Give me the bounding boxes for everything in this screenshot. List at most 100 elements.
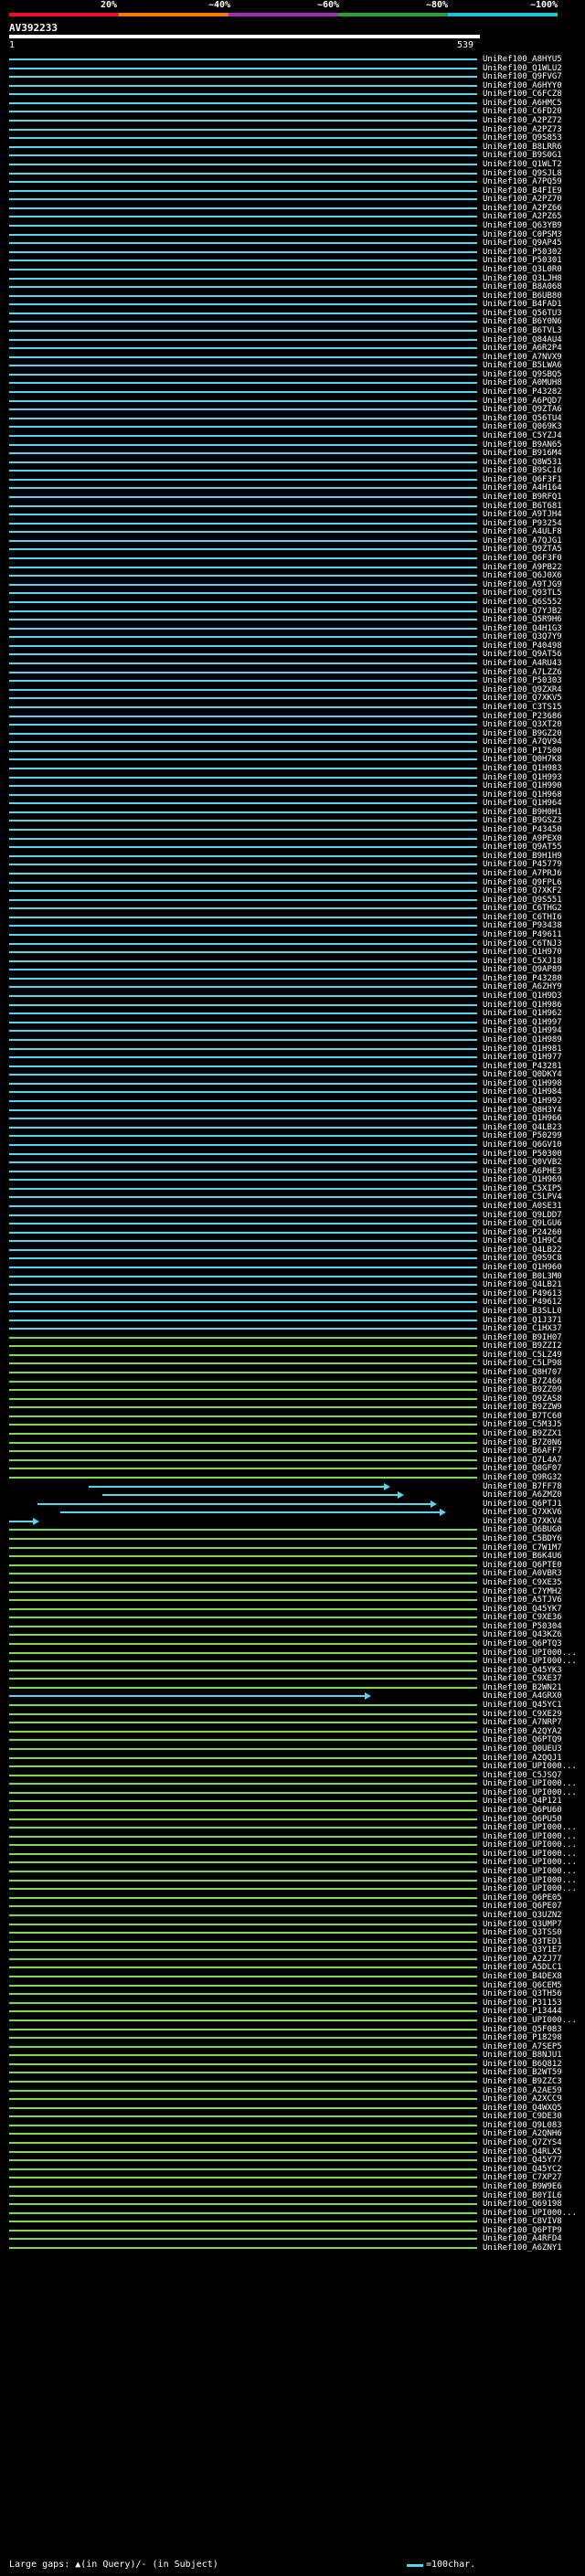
hit-label[interactable]: UniRef100_P43282: [483, 387, 562, 397]
hit-label[interactable]: UniRef100_C9XE35: [483, 1578, 562, 1587]
hit-label[interactable]: UniRef100_C5XJ18: [483, 957, 562, 966]
hit-label[interactable]: UniRef100_Q9FVG7: [483, 72, 562, 81]
hit-label[interactable]: UniRef100_C5M3J5: [483, 1420, 562, 1429]
hit-label[interactable]: UniRef100_P13444: [483, 2007, 562, 2016]
hit-label[interactable]: UniRef100_Q56TU3: [483, 309, 562, 318]
hit-label[interactable]: UniRef100_B2WT59: [483, 2068, 562, 2077]
hit-label[interactable]: UniRef100_Q7ZYS4: [483, 2138, 562, 2147]
hit-label[interactable]: UniRef100_B4FIE9: [483, 186, 562, 196]
hit-label[interactable]: UniRef100_B6TVL3: [483, 326, 562, 335]
hit-label[interactable]: UniRef100_B9ZZX1: [483, 1429, 562, 1438]
hit-label[interactable]: UniRef100_A2PZ72: [483, 116, 562, 125]
hit-label[interactable]: UniRef100_Q6CEM5: [483, 1981, 562, 1990]
hit-label[interactable]: UniRef100_Q1H964: [483, 799, 562, 808]
hit-label[interactable]: UniRef100_A9PB22: [483, 563, 562, 572]
hit-label[interactable]: UniRef100_A8HYU5: [483, 55, 562, 64]
hit-label[interactable]: UniRef100_B4FAD1: [483, 300, 562, 309]
hit-label[interactable]: UniRef100_Q1H990: [483, 781, 562, 790]
hit-label[interactable]: UniRef100_P50301: [483, 256, 562, 265]
hit-label[interactable]: UniRef100_A6ZHY9: [483, 982, 562, 991]
hit-label[interactable]: UniRef100_Q9ZTA5: [483, 545, 562, 554]
hit-label[interactable]: UniRef100_P49611: [483, 930, 562, 939]
hit-label[interactable]: UniRef100_UPI000...: [483, 2209, 577, 2218]
hit-label[interactable]: UniRef100_UPI000...: [483, 1788, 577, 1797]
hit-label[interactable]: UniRef100_A2ZJ77: [483, 1955, 562, 1964]
hit-label[interactable]: UniRef100_Q5R9H6: [483, 615, 562, 624]
hit-label[interactable]: UniRef100_B9S0G1: [483, 151, 562, 160]
hit-label[interactable]: UniRef100_A2PZ73: [483, 125, 562, 134]
hit-label[interactable]: UniRef100_Q1H981: [483, 1044, 562, 1054]
hit-label[interactable]: UniRef100_Q7XKV4: [483, 1517, 562, 1526]
hit-label[interactable]: UniRef100_Q9ZTA6: [483, 405, 562, 414]
hit-label[interactable]: UniRef100_P49612: [483, 1298, 562, 1307]
hit-label[interactable]: UniRef100_A7NVX9: [483, 353, 562, 362]
hit-label[interactable]: UniRef100_C9XE37: [483, 1674, 562, 1683]
hit-label[interactable]: UniRef100_Q0DKY4: [483, 1070, 562, 1079]
hit-label[interactable]: UniRef100_Q9RG32: [483, 1473, 562, 1482]
hit-label[interactable]: UniRef100_Q9LGU6: [483, 1219, 562, 1228]
hit-label[interactable]: UniRef100_A4ULF8: [483, 527, 562, 536]
hit-label[interactable]: UniRef100_UPI000...: [483, 1840, 577, 1850]
hit-label[interactable]: UniRef100_A9PEX0: [483, 834, 562, 843]
hit-label[interactable]: UniRef100_P31153: [483, 1998, 562, 2008]
hit-label[interactable]: UniRef100_B9GSZ3: [483, 816, 562, 825]
hit-label[interactable]: UniRef100_Q45YC2: [483, 2165, 562, 2174]
hit-label[interactable]: UniRef100_P18298: [483, 2033, 562, 2042]
hit-label[interactable]: UniRef100_Q0UEU3: [483, 1744, 562, 1754]
hit-label[interactable]: UniRef100_B9W9E6: [483, 2182, 562, 2191]
hit-label[interactable]: UniRef100_C5JSQ7: [483, 1771, 562, 1780]
hit-label[interactable]: UniRef100_Q4LB21: [483, 1280, 562, 1289]
hit-label[interactable]: UniRef100_A0MUH8: [483, 378, 562, 387]
hit-label[interactable]: UniRef100_B9ZZC3: [483, 2077, 562, 2086]
hit-label[interactable]: UniRef100_Q4WXQ5: [483, 2104, 562, 2113]
hit-label[interactable]: UniRef100_B9ZZ09: [483, 1385, 562, 1394]
hit-label[interactable]: UniRef100_A2PZ65: [483, 212, 562, 221]
hit-label[interactable]: UniRef100_A7SEP5: [483, 2042, 562, 2051]
hit-label[interactable]: UniRef100_C6FCZ8: [483, 90, 562, 99]
hit-label[interactable]: UniRef100_A5TJV6: [483, 1595, 562, 1605]
hit-label[interactable]: UniRef100_A6PQD7: [483, 397, 562, 406]
hit-label[interactable]: UniRef100_P50302: [483, 248, 562, 257]
hit-label[interactable]: UniRef100_Q3Q7Y9: [483, 632, 562, 641]
hit-label[interactable]: UniRef100_P50304: [483, 1622, 562, 1631]
hit-label[interactable]: UniRef100_UPI000...: [483, 2016, 577, 2025]
hit-label[interactable]: UniRef100_Q69198: [483, 2200, 562, 2209]
hit-label[interactable]: UniRef100_P93438: [483, 921, 562, 930]
hit-label[interactable]: UniRef100_Q1H983: [483, 764, 562, 773]
hit-label[interactable]: UniRef100_C5LPV4: [483, 1193, 562, 1202]
hit-label[interactable]: UniRef100_C6FD20: [483, 107, 562, 116]
hit-label[interactable]: UniRef100_Q7XKV5: [483, 694, 562, 703]
hit-label[interactable]: UniRef100_Q6PTQ3: [483, 1639, 562, 1648]
hit-label[interactable]: UniRef100_C1HX37: [483, 1324, 562, 1333]
hit-label[interactable]: UniRef100_Q1H989: [483, 1035, 562, 1044]
hit-label[interactable]: UniRef100_Q6PTP9: [483, 2226, 562, 2235]
hit-label[interactable]: UniRef100_A5DLC1: [483, 1963, 562, 1972]
hit-label[interactable]: UniRef100_A6R2P4: [483, 344, 562, 353]
hit-label[interactable]: UniRef100_A9TJH4: [483, 510, 562, 519]
hit-label[interactable]: UniRef100_A7QJG1: [483, 536, 562, 546]
hit-label[interactable]: UniRef100_Q1H960: [483, 1263, 562, 1272]
hit-label[interactable]: UniRef100_B5LWA6: [483, 361, 562, 370]
hit-label[interactable]: UniRef100_A7QV94: [483, 737, 562, 747]
hit-label[interactable]: UniRef100_Q4RLX5: [483, 2147, 562, 2157]
hit-label[interactable]: UniRef100_B6Q812: [483, 2060, 562, 2069]
hit-label[interactable]: UniRef100_Q5F083: [483, 2025, 562, 2034]
hit-label[interactable]: UniRef100_B8NJU1: [483, 2051, 562, 2060]
hit-label[interactable]: UniRef100_A2QYA2: [483, 1727, 562, 1736]
hit-label[interactable]: UniRef100_Q7XKF2: [483, 886, 562, 896]
hit-label[interactable]: UniRef100_Q1J371: [483, 1316, 562, 1325]
hit-label[interactable]: UniRef100_Q3TH56: [483, 1989, 562, 1998]
hit-label[interactable]: UniRef100_C9DE30: [483, 2112, 562, 2121]
hit-label[interactable]: UniRef100_Q9AP89: [483, 965, 562, 974]
hit-label[interactable]: UniRef100_Q63YB9: [483, 221, 562, 230]
hit-label[interactable]: UniRef100_Q9SJL8: [483, 169, 562, 178]
hit-label[interactable]: UniRef100_Q45YC1: [483, 1701, 562, 1710]
hit-label[interactable]: UniRef100_B9ZZW9: [483, 1403, 562, 1412]
hit-label[interactable]: UniRef100_A7LZZ6: [483, 668, 562, 677]
hit-label[interactable]: UniRef100_Q8GF07: [483, 1464, 562, 1473]
hit-label[interactable]: UniRef100_Q43KZ6: [483, 1630, 562, 1639]
hit-label[interactable]: UniRef100_Q1H993: [483, 773, 562, 782]
hit-label[interactable]: UniRef100_C6THI6: [483, 913, 562, 922]
hit-label[interactable]: UniRef100_A6PHE3: [483, 1167, 562, 1176]
hit-label[interactable]: UniRef100_Q1H992: [483, 1097, 562, 1106]
